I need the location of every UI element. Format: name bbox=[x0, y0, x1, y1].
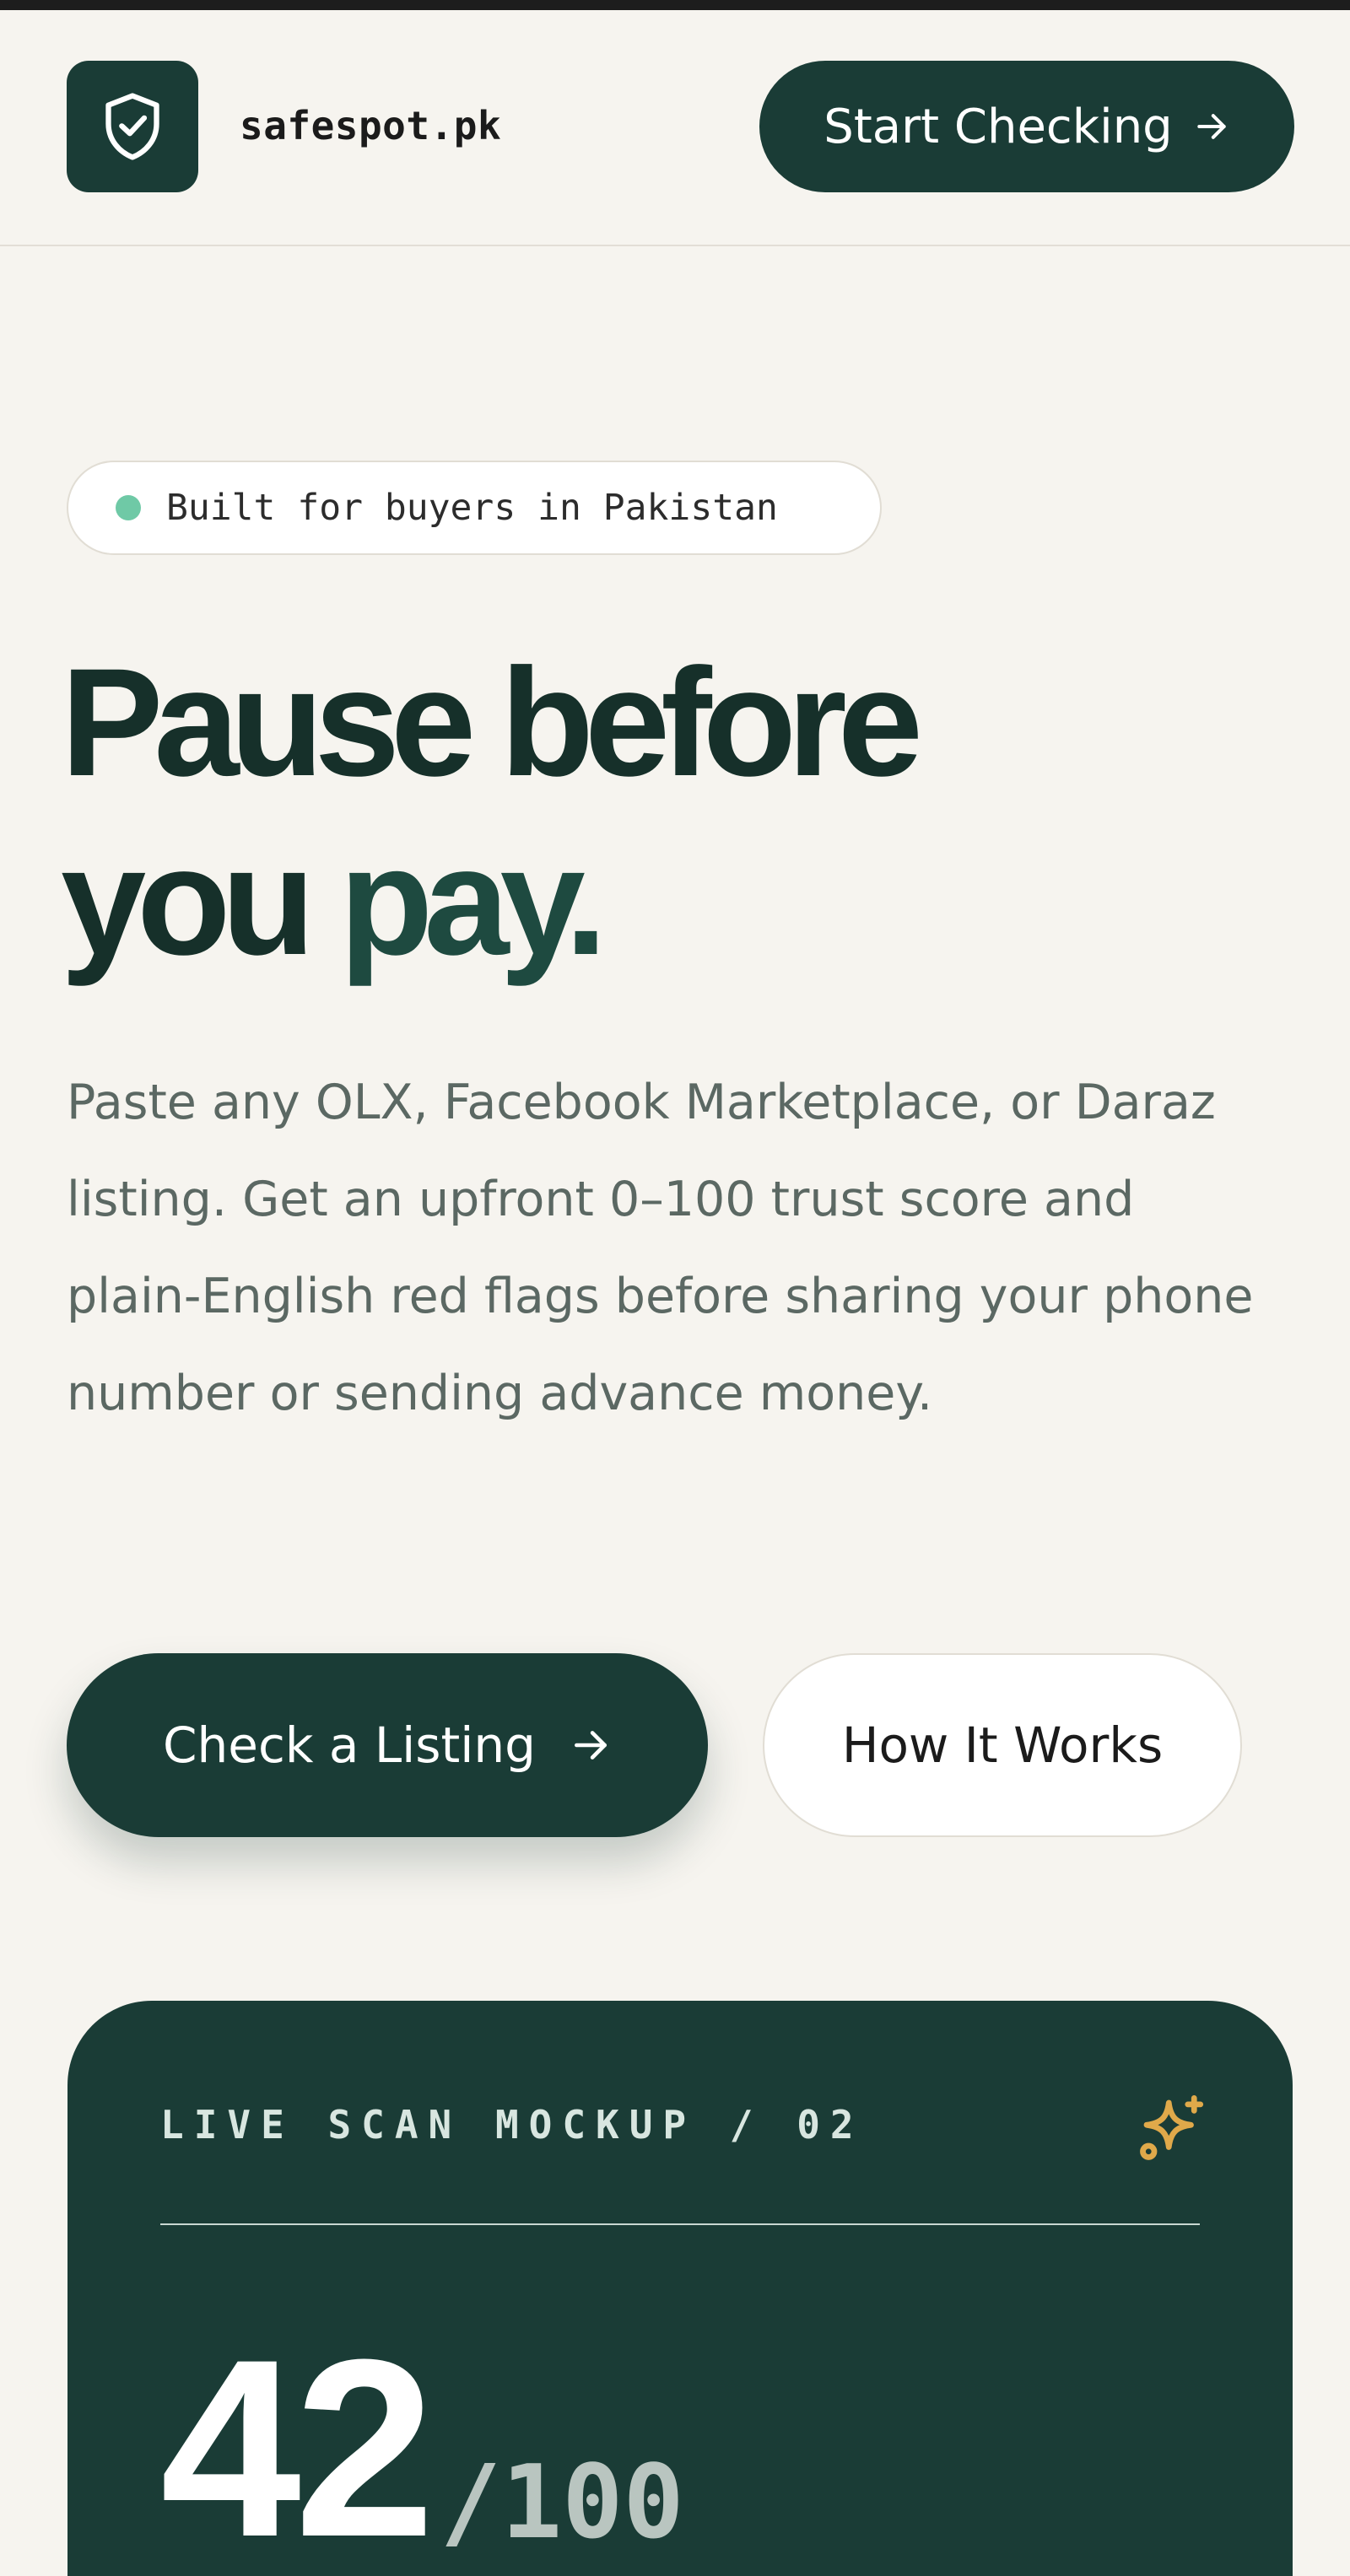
hero-description: Paste any OLX, Facebook Marketplace, or … bbox=[67, 1075, 1254, 1421]
how-it-works-button[interactable]: How It Works bbox=[763, 1653, 1242, 1837]
card-label: LIVE SCAN MOCKUP / 02 bbox=[160, 2102, 864, 2148]
window-top-strip bbox=[0, 0, 1350, 10]
trust-score: 42 /100 bbox=[160, 2306, 684, 2576]
headline-line-2: you pay. bbox=[61, 811, 1310, 990]
score-max: /100 bbox=[440, 2444, 684, 2562]
live-scan-card: LIVE SCAN MOCKUP / 02 42 /100 bbox=[68, 2001, 1293, 2576]
check-listing-label: Check a Listing bbox=[163, 1716, 536, 1774]
headline-line-2-start: you bbox=[61, 815, 340, 987]
start-checking-label: Start Checking bbox=[824, 99, 1173, 154]
badge-text: Built for buyers in Pakistan bbox=[166, 487, 778, 529]
arrow-right-icon bbox=[574, 1731, 607, 1760]
audience-badge: Built for buyers in Pakistan bbox=[67, 461, 882, 555]
card-divider bbox=[160, 2223, 1200, 2225]
check-listing-button[interactable]: Check a Listing bbox=[67, 1653, 708, 1837]
logo[interactable] bbox=[67, 61, 198, 192]
headline-accent: pay. bbox=[339, 815, 608, 987]
brand-name[interactable]: safespot.pk bbox=[240, 103, 501, 148]
hero-headline: Pause before you pay. bbox=[61, 633, 1310, 990]
how-it-works-label: How It Works bbox=[841, 1716, 1164, 1774]
start-checking-button[interactable]: Start Checking bbox=[759, 61, 1294, 192]
site-header: safespot.pk Start Checking bbox=[0, 10, 1350, 246]
arrow-right-icon bbox=[1197, 114, 1226, 139]
shield-check-icon bbox=[105, 93, 159, 160]
status-dot bbox=[116, 495, 141, 520]
headline-line-1: Pause before bbox=[61, 636, 923, 808]
sparkle-icon bbox=[1140, 2095, 1204, 2160]
score-value: 42 bbox=[160, 2306, 435, 2576]
